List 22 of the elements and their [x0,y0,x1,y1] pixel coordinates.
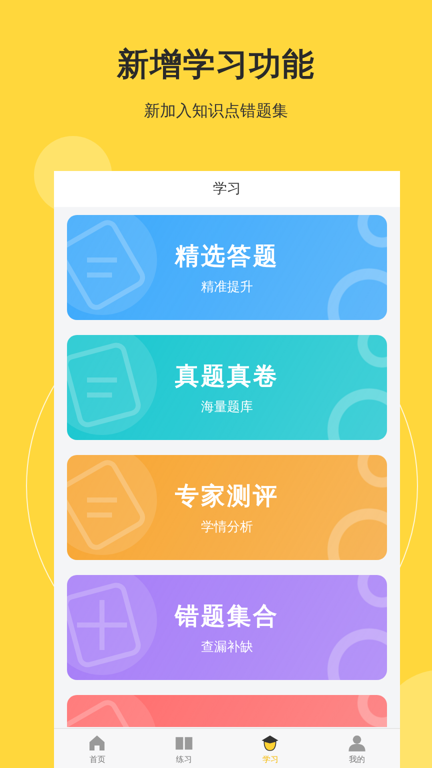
card-subtitle: 精准提升 [201,278,253,296]
feature-card[interactable]: 真题真卷 海量题库 [67,335,387,440]
tab[interactable]: 练习 [140,729,227,768]
feature-card[interactable]: 精选答题 精准提升 [67,215,387,320]
feature-card[interactable]: 专家测评 学情分析 [67,455,387,560]
feature-card[interactable]: 错题集合 查漏补缺 [67,575,387,680]
card-title: 专家测评 [175,480,279,512]
tab[interactable]: 首页 [54,729,140,768]
card-subtitle: 海量题库 [201,398,253,416]
headline: 新增学习功能 [117,44,315,85]
mascot-icon [260,732,280,752]
tab[interactable]: 我的 [314,729,400,768]
tab[interactable]: 学习 [227,729,314,768]
screen-title: 学习 [54,171,400,207]
home-icon [87,732,108,752]
person-icon [346,732,367,752]
card-title: 错题集合 [175,600,279,632]
subheadline: 新加入知识点错题集 [144,101,288,122]
card-subtitle: 查漏补缺 [201,638,253,656]
card-subtitle: 学情分析 [201,518,253,536]
card-title: 精选答题 [175,240,279,272]
card-title: 真题真卷 [175,360,279,392]
